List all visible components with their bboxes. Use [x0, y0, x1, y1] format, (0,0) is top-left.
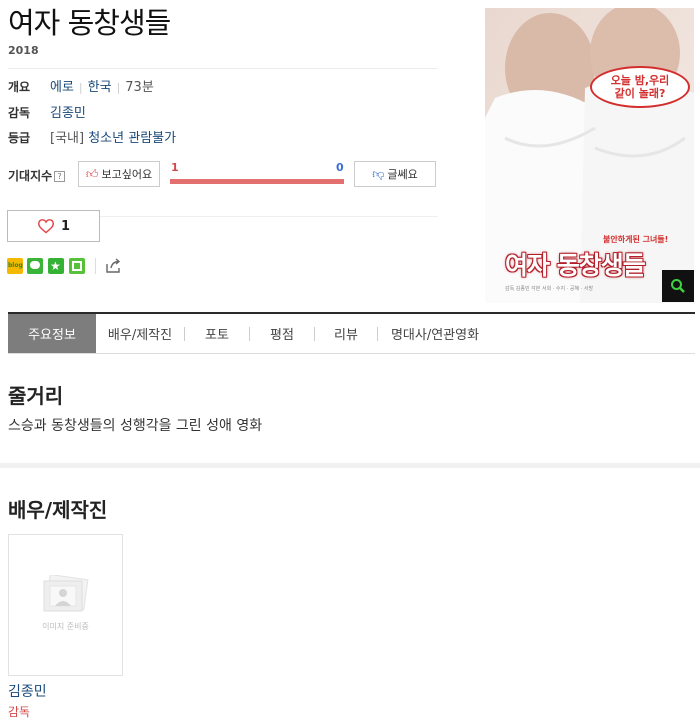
director-label: 감독 — [8, 106, 31, 120]
want-to-see-label: 보고싶어요 — [101, 168, 153, 181]
person-photo-card[interactable]: 이미지 준비중 — [8, 534, 123, 676]
poster-speech-text: 오늘 밤,우리 같이 놀래? — [610, 74, 670, 100]
section-divider — [0, 463, 700, 468]
tab-cast-crew[interactable]: 배우/제작진 — [96, 314, 184, 353]
not-sure-button[interactable]: 👎︎ 글쎄요 — [354, 161, 436, 187]
poster-tagline: 불안하게된 그녀들! — [603, 235, 669, 244]
person-name-link[interactable]: 김종민 — [8, 681, 47, 701]
star-bookmark-icon[interactable]: ★ — [48, 258, 64, 274]
poster-credits: 감독 김종민 각본 서희 · 수지 · 공혜 · 서방 — [505, 286, 594, 292]
help-icon[interactable]: ? — [54, 171, 66, 182]
like-button[interactable]: 1 — [7, 210, 100, 242]
synopsis-text: 스승과 동창생들의 성행각을 그린 성애 영화 — [8, 418, 263, 434]
want-to-see-button[interactable]: 👍︎ 보고싶어요 — [78, 161, 160, 187]
country-link[interactable]: 한국 — [88, 80, 112, 95]
heart-icon — [37, 219, 54, 234]
not-sure-label: 글쎄요 — [387, 168, 418, 181]
green-square-icon[interactable] — [69, 258, 85, 274]
thumbs-down-icon: 👎︎ — [372, 166, 385, 181]
person-role: 감독 — [8, 705, 31, 719]
overview-label: 개요 — [8, 80, 31, 94]
overview-values: 에로 | 한국 | 73분 — [50, 80, 154, 95]
dont-count: 0 — [336, 161, 344, 174]
movie-year: 2018 — [8, 44, 39, 57]
rating-link[interactable]: 청소년 관람불가 — [88, 131, 176, 146]
tab-quotes-related[interactable]: 명대사/연관영화 — [378, 314, 492, 353]
rating-prefix: [국내] — [50, 131, 85, 146]
image-placeholder-text: 이미지 준비중 — [42, 622, 89, 631]
image-placeholder-icon — [43, 575, 89, 612]
movie-poster[interactable]: 오늘 밤,우리 같이 놀래? 불안하게된 그녀들! 여자 동창생들 감독 김종민… — [485, 8, 694, 303]
divider — [8, 68, 438, 69]
divider — [100, 216, 438, 217]
line-icon[interactable] — [27, 258, 43, 274]
zoom-button[interactable] — [662, 270, 694, 302]
expectation-label: 기대지수? — [8, 167, 66, 184]
runtime: 73분 — [125, 80, 154, 95]
tab-photo[interactable]: 포토 — [185, 314, 249, 353]
synopsis-heading: 줄거리 — [8, 384, 64, 408]
tab-rating[interactable]: 평점 — [250, 314, 314, 353]
poster-speech-bubble: 오늘 밤,우리 같이 놀래? — [590, 66, 690, 108]
tab-bar: 주요정보 배우/제작진 포토 평점 리뷰 명대사/연관영화 — [8, 314, 695, 354]
thumbs-up-icon: 👍︎ — [85, 166, 99, 181]
rating-value: [국내] 청소년 관람불가 — [50, 127, 176, 146]
genre-link[interactable]: 에로 — [50, 80, 74, 95]
expectation-bar — [170, 179, 344, 184]
tab-review[interactable]: 리뷰 — [315, 314, 377, 353]
like-count: 1 — [60, 218, 71, 234]
tab-main-info[interactable]: 주요정보 — [8, 314, 96, 353]
share-icon[interactable] — [104, 257, 122, 275]
naver-blog-icon[interactable]: blog — [7, 258, 23, 274]
poster-title: 여자 동창생들 — [505, 251, 646, 280]
want-count: 1 — [171, 161, 179, 174]
divider — [95, 258, 96, 274]
director-link[interactable]: 김종민 — [50, 102, 86, 121]
rating-label: 등급 — [8, 131, 31, 145]
cast-heading: 배우/제작진 — [8, 498, 108, 522]
magnifier-icon — [671, 279, 685, 293]
movie-title: 여자 동창생들 — [8, 6, 171, 40]
expectation-text: 기대지수 — [8, 169, 53, 183]
